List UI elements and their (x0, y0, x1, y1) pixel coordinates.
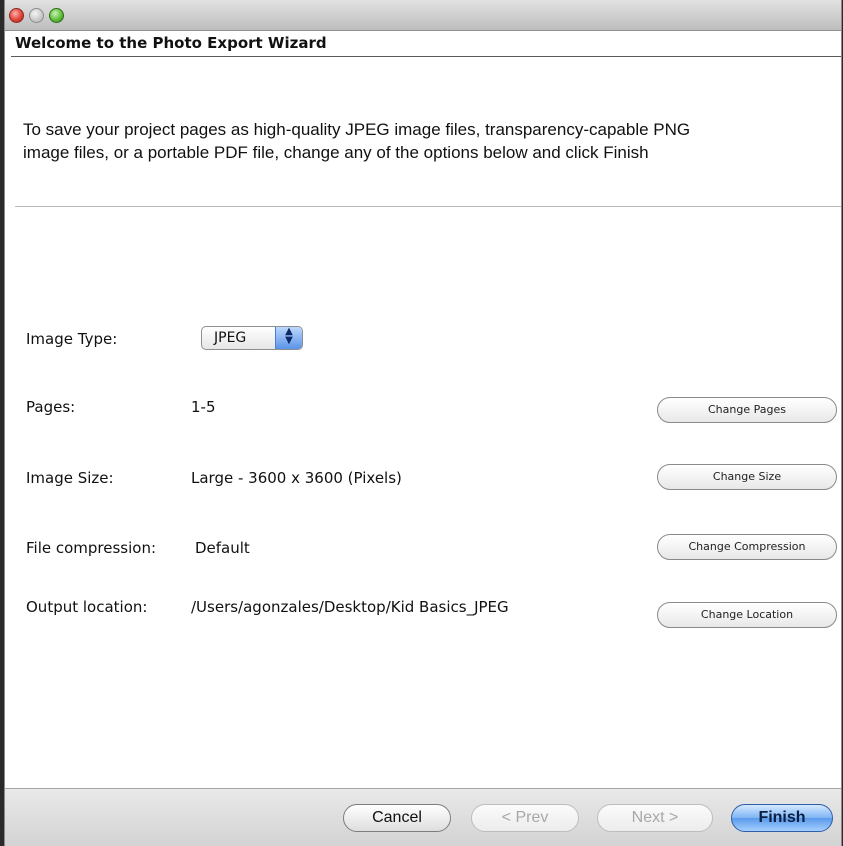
up-down-stepper-icon: ▲ ▼ (275, 327, 302, 349)
file-compression-value: Default (195, 539, 250, 557)
close-window-icon[interactable] (9, 8, 24, 23)
finish-button[interactable]: Finish (731, 804, 833, 832)
title-bar (5, 0, 841, 31)
intro-divider (15, 206, 841, 207)
file-compression-label: File compression: (26, 539, 157, 557)
next-button[interactable]: Next > (597, 804, 713, 832)
change-location-button[interactable]: Change Location (657, 602, 837, 628)
intro-text: To save your project pages as high-quali… (23, 118, 833, 164)
export-wizard-window: Welcome to the Photo Export Wizard To sa… (4, 0, 842, 846)
image-size-value: Large - 3600 x 3600 (Pixels) (191, 469, 402, 487)
intro-line-2: image files, or a portable PDF file, cha… (23, 143, 649, 162)
pages-label: Pages: (26, 398, 76, 416)
image-type-selected-value: JPEG (214, 330, 247, 346)
title-divider (11, 56, 841, 57)
change-pages-button[interactable]: Change Pages (657, 397, 837, 423)
minimize-window-icon[interactable] (29, 8, 44, 23)
image-type-select[interactable]: JPEG ▲ ▼ (201, 326, 303, 350)
output-location-label: Output location: (26, 598, 148, 616)
image-type-label: Image Type: (26, 330, 118, 348)
image-size-label: Image Size: (26, 469, 114, 487)
change-compression-button[interactable]: Change Compression (657, 534, 837, 560)
prev-button[interactable]: < Prev (471, 804, 579, 832)
output-location-value: /Users/agonzales/Desktop/Kid Basics_JPEG (191, 598, 509, 616)
cancel-button[interactable]: Cancel (343, 804, 451, 832)
intro-line-1: To save your project pages as high-quali… (23, 120, 691, 139)
wizard-title: Welcome to the Photo Export Wizard (15, 34, 327, 52)
pages-value: 1-5 (191, 398, 216, 416)
zoom-window-icon[interactable] (49, 8, 64, 23)
change-size-button[interactable]: Change Size (657, 464, 837, 490)
